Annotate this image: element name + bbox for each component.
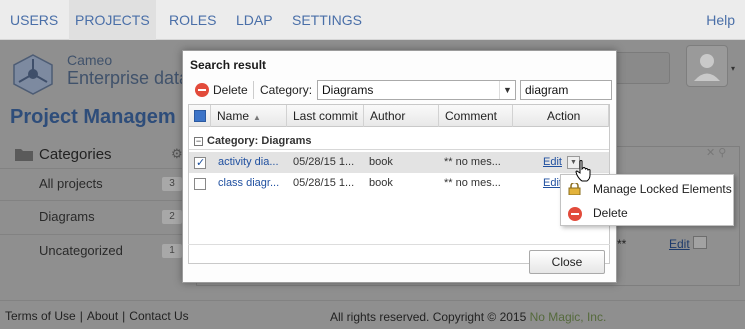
name-cell[interactable]: activity dia... — [218, 152, 284, 173]
count-badge: 3 — [162, 177, 182, 191]
tab-roles[interactable]: ROLES — [163, 0, 222, 40]
company-link[interactable]: No Magic, Inc. — [530, 310, 607, 324]
footer: Terms of Use | About | Contact Us All rights… — [0, 300, 745, 329]
count-badge: 1 — [162, 244, 182, 258]
search-result-dialog: Search result Delete Category: Diagrams … — [182, 50, 617, 283]
group-label: Category: Diagrams — [207, 135, 312, 147]
sidebar-header: Categories — [39, 146, 112, 163]
grid-header: Name ▲ Last commit Author Comment Action — [189, 105, 609, 127]
name-cell[interactable]: class diagr... — [218, 173, 284, 194]
menu-item-label: Manage Locked Elements — [593, 182, 732, 196]
column-header-author[interactable]: Author — [364, 105, 439, 127]
column-header-last-commit[interactable]: Last commit — [287, 105, 364, 127]
sidebar-item-label: All projects — [39, 176, 103, 191]
copyright-text: All rights reserved. Copyright © 2015 — [330, 310, 527, 324]
folder-icon — [15, 149, 33, 161]
group-header[interactable]: − Category: Diagrams — [189, 132, 609, 150]
column-header-comment[interactable]: Comment — [439, 105, 513, 127]
category-select[interactable]: Diagrams ▼ — [317, 80, 516, 100]
tab-ldap[interactable]: LDAP — [230, 0, 279, 40]
gear-icon[interactable]: ⚙ — [171, 146, 183, 162]
select-all-cell — [189, 105, 211, 127]
row-checkbox[interactable] — [194, 178, 206, 190]
tab-users[interactable]: USERS — [4, 0, 64, 40]
brand-line2: Enterprise data — [67, 68, 190, 88]
select-all-checkbox[interactable] — [194, 110, 206, 122]
table-row[interactable]: activity dia... 05/28/15 1... book ** no… — [189, 152, 609, 174]
terms-link[interactable]: Terms of Use — [5, 309, 76, 323]
comment-cell: ** no mes... — [444, 156, 501, 168]
action-dropdown-button[interactable] — [693, 236, 707, 249]
results-grid: Name ▲ Last commit Author Comment Action … — [188, 104, 610, 264]
category-value: Diagrams — [322, 83, 374, 97]
last-commit-cell: 05/28/15 1... — [293, 156, 355, 168]
sidebar-item-uncategorized[interactable]: Uncategorized 1 — [0, 235, 190, 267]
column-label: Name — [217, 109, 250, 123]
hand-cursor-icon — [575, 160, 591, 182]
count-badge: 2 — [162, 210, 182, 224]
separator: | — [122, 309, 126, 323]
logo-icon — [13, 54, 53, 95]
avatar-caret-icon[interactable]: ▾ — [731, 64, 735, 73]
row-checkbox[interactable] — [194, 153, 206, 174]
table-row[interactable]: class diagr... 05/28/15 1... book ** no … — [189, 173, 609, 194]
divider — [253, 81, 254, 99]
last-commit-cell: 05/28/15 1... — [293, 177, 355, 189]
lock-icon — [568, 183, 581, 195]
dialog-title: Search result — [190, 58, 267, 72]
chevron-down-icon[interactable]: ▼ — [499, 81, 515, 99]
sidebar-item-label: Uncategorized — [39, 243, 123, 258]
contact-link[interactable]: Contact Us — [129, 309, 188, 323]
menu-item-delete[interactable]: Delete — [561, 201, 733, 226]
divider — [188, 244, 610, 245]
clear-icon[interactable]: ✕ ⚲ — [706, 146, 726, 159]
delete-button[interactable]: Delete — [193, 80, 248, 100]
about-link[interactable]: About — [87, 309, 118, 323]
top-nav: USERS PROJECTS ROLES LDAP SETTINGS Help — [0, 0, 745, 40]
close-button[interactable]: Close — [529, 250, 605, 274]
category-label: Category: — [260, 83, 313, 97]
categories-sidebar: Categories ⚙ All projects 3 Diagrams 2 U… — [0, 138, 190, 288]
search-input[interactable] — [520, 80, 612, 100]
help-link[interactable]: Help — [706, 0, 735, 40]
column-header-name[interactable]: Name ▲ — [211, 105, 287, 127]
delete-icon — [568, 207, 582, 221]
author-cell: book — [369, 156, 393, 168]
separator: | — [79, 309, 83, 323]
user-icon — [694, 54, 720, 81]
menu-item-label: Delete — [593, 206, 628, 220]
edit-link[interactable]: Edit — [669, 237, 690, 251]
sidebar-item-diagrams[interactable]: Diagrams 2 — [0, 201, 190, 233]
page-title: Project Managem — [10, 106, 176, 128]
delete-icon — [195, 83, 209, 97]
author-cell: book — [369, 177, 393, 189]
comment-cell: ** no mes... — [444, 177, 501, 189]
comment-cell: ** — [617, 237, 627, 251]
dialog-toolbar: Delete Category: Diagrams ▼ — [187, 77, 612, 103]
tab-settings[interactable]: SETTINGS — [286, 0, 368, 40]
sidebar-item-all-projects[interactable]: All projects 3 — [0, 168, 190, 200]
edit-link[interactable]: Edit — [543, 152, 562, 173]
delete-label: Delete — [213, 83, 248, 97]
column-header-action: Action — [513, 105, 609, 127]
sidebar-item-label: Diagrams — [39, 209, 95, 224]
brand-line1: Cameo — [67, 52, 113, 68]
avatar[interactable] — [686, 45, 728, 87]
collapse-icon[interactable]: − — [194, 137, 203, 146]
sort-ascending-icon: ▲ — [253, 113, 261, 122]
tab-projects[interactable]: PROJECTS — [69, 0, 156, 40]
